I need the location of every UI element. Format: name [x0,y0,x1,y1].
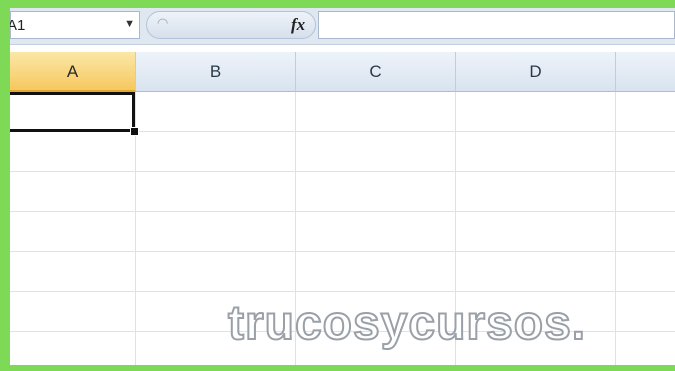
spreadsheet-frame: A1 ▼ ◠ fx A B C D trucosycursos. [10,8,675,365]
formula-bar: A1 ▼ ◠ fx [10,8,675,45]
watermark: trucosycursos. [227,296,587,351]
name-box[interactable]: A1 ▼ [10,11,140,39]
chevron-down-icon[interactable]: ▼ [124,18,135,30]
column-header-d[interactable]: D [456,52,616,92]
insert-function-button[interactable]: fx [291,15,305,35]
active-cell-a1[interactable] [10,92,135,132]
formula-input[interactable] [318,11,675,39]
column-header-a[interactable]: A [10,52,136,92]
formula-controls: ◠ fx [146,11,316,39]
name-box-value: A1 [10,17,26,34]
column-header-b[interactable]: B [136,52,296,92]
cancel-icon[interactable]: ◠ [157,15,168,31]
column-divider [615,92,616,365]
column-header-e[interactable] [616,52,675,92]
column-header-c[interactable]: C [296,52,456,92]
fill-handle[interactable] [130,127,139,136]
